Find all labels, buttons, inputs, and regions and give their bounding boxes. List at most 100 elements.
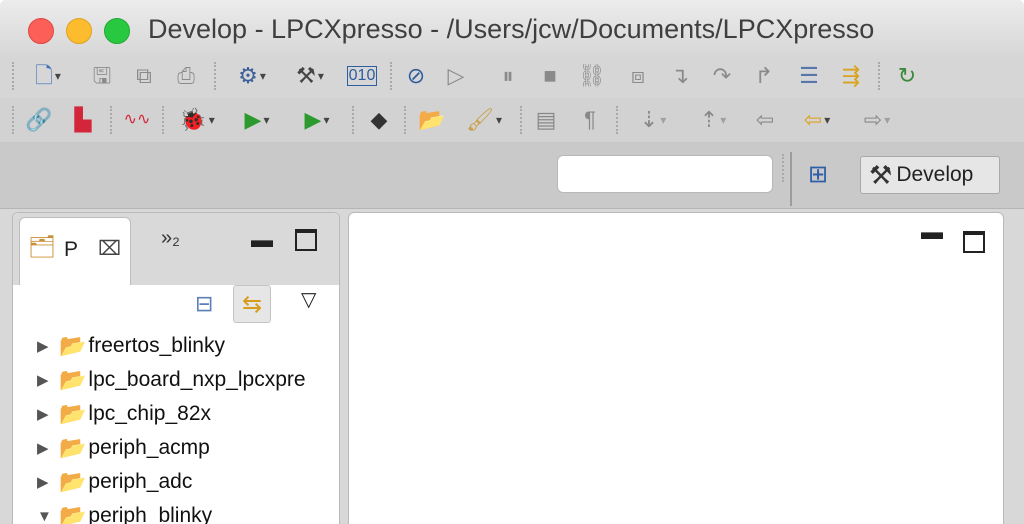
block-selection-icon: ▤ (535, 107, 557, 132)
chevron-down-icon: ▾ (317, 69, 324, 83)
collapsed-arrow-icon[interactable]: ▶ (37, 405, 59, 423)
maximize-editor-button[interactable] (963, 231, 985, 253)
tree-item[interactable]: ▶ 📂 freertos_blinky (13, 329, 339, 363)
link-button[interactable]: 🔗 (24, 104, 54, 136)
toolbar-grip[interactable] (404, 106, 409, 134)
previous-annotation-button[interactable]: ⇡ ▾ (688, 104, 738, 136)
develop-perspective-label: Develop (896, 163, 974, 186)
project-folder-icon: 📂 (59, 401, 87, 426)
tab-project-explorer[interactable]: 🗂 P ⌧ (19, 217, 131, 286)
toolbar-grip[interactable] (12, 62, 17, 90)
external-tools-icon: ▶ (304, 107, 322, 132)
collapsed-arrow-icon[interactable]: ▶ (37, 473, 59, 491)
step-into-icon: ↴ (670, 63, 690, 88)
resume-button[interactable]: ▷ (442, 60, 470, 92)
instruction-stepping-button[interactable]: ⇶ (836, 60, 866, 92)
collapsed-arrow-icon[interactable]: ▶ (37, 337, 59, 355)
print-button[interactable]: ⎙ (172, 60, 200, 92)
tree-item[interactable]: ▶ 📂 lpc_board_nxp_lpcxpre (13, 363, 339, 397)
print-icon: ⎙ (177, 63, 195, 88)
view-menu-button[interactable]: ▽ (301, 287, 316, 312)
step-over-button[interactable]: ↷ (708, 60, 736, 92)
open-project-button[interactable]: 📂 (416, 104, 448, 136)
overflow-tabs-button[interactable]: »₂ (161, 227, 180, 250)
chevron-down-icon: ▽ (301, 289, 317, 311)
debug-button[interactable]: 🐞 ▾ (172, 104, 222, 136)
minimize-view-button[interactable]: ▬ (251, 227, 273, 253)
folder-open-icon: 📂 (418, 107, 446, 132)
terminate-all-button[interactable]: ⧈ (624, 60, 652, 92)
zoom-window-button[interactable] (104, 18, 130, 44)
minimize-editor-button[interactable]: ▬ (921, 219, 943, 245)
perspective-bar: ⊞ ⚒ Develop (0, 142, 1024, 209)
minimize-window-button[interactable] (66, 18, 92, 44)
skip-breakpoint-icon: ⊘ (406, 63, 426, 88)
save-button[interactable]: 🖫 (88, 60, 116, 92)
chevron-down-icon: ▾ (323, 113, 330, 127)
chevron-down-icon: ▾ (720, 113, 727, 127)
toolbar-grip[interactable] (782, 154, 787, 182)
trace-button[interactable]: ∿∿ (122, 104, 152, 136)
toolbar-grip[interactable] (352, 106, 357, 134)
run-button[interactable]: ▶ ▾ (232, 104, 282, 136)
collapsed-arrow-icon[interactable]: ▶ (37, 439, 59, 457)
toolbar-grip[interactable] (12, 106, 17, 134)
build-settings-button[interactable]: ⚙ ▾ (228, 60, 276, 92)
step-into-button[interactable]: ↴ (666, 60, 694, 92)
toolbar-grip[interactable] (110, 106, 115, 134)
tools-icon: ⚒ (869, 159, 893, 190)
toolbar-grip[interactable] (878, 62, 883, 90)
instruction-stepping-icon: ⇶ (841, 63, 861, 88)
annotation-button[interactable]: 🖌 ▾ (458, 104, 510, 136)
forward-button[interactable]: ⇨ ▾ (852, 104, 902, 136)
toolbar-grip[interactable] (616, 106, 621, 134)
binary-utilities-button[interactable]: 010 (346, 60, 378, 92)
last-edit-button[interactable]: ⇦ (750, 104, 780, 136)
skip-breakpoints-button[interactable]: ⊘ (402, 60, 430, 92)
chevron-down-icon: ▾ (884, 113, 891, 127)
tree-item[interactable]: ▶ 📂 periph_adc (13, 465, 339, 499)
link-with-editor-button[interactable]: ⇆ (233, 285, 271, 323)
previous-annotation-icon: ⇡ (699, 107, 719, 132)
next-annotation-button[interactable]: ⇣ ▾ (628, 104, 678, 136)
maximize-view-button[interactable] (295, 229, 317, 251)
suspend-button[interactable]: ⏸ (494, 60, 522, 92)
restart-button[interactable]: ↻ (892, 60, 922, 92)
project-folder-icon: 📂 (59, 435, 87, 460)
toolbar-grip[interactable] (390, 62, 395, 90)
block-selection-button[interactable]: ▤ (532, 104, 560, 136)
chevron-down-icon: ▾ (208, 113, 215, 127)
chip-config-button[interactable]: ◆ (364, 104, 394, 136)
boot-button[interactable]: ▙ (68, 104, 98, 136)
toolbar-grip[interactable] (162, 106, 167, 134)
tree-item[interactable]: ▶ 📂 periph_acmp (13, 431, 339, 465)
external-tools-button[interactable]: ▶ ▾ (292, 104, 342, 136)
tree-item[interactable]: ▼ 📂 periph_blinky (13, 499, 339, 524)
disconnect-button[interactable]: ⛓ (578, 60, 606, 92)
arrow-right-icon: ⇨ (863, 107, 883, 132)
step-return-button[interactable]: ↱ (750, 60, 778, 92)
drop-to-frame-button[interactable]: ☰ (794, 60, 824, 92)
resume-icon: ▷ (447, 63, 465, 88)
develop-perspective-button[interactable]: ⚒ Develop (860, 156, 1000, 194)
new-file-button[interactable]: 🗋 ▾ (24, 60, 72, 92)
chip-icon: ◆ (370, 107, 388, 132)
show-whitespace-button[interactable]: ¶ (576, 104, 604, 136)
collapse-all-button[interactable]: ⊟ (195, 291, 221, 317)
expanded-arrow-icon[interactable]: ▼ (37, 508, 59, 524)
back-button[interactable]: ⇦ ▾ (792, 104, 842, 136)
terminate-button[interactable]: ■ (536, 60, 564, 92)
disconnect-icon: ⛓ (578, 63, 606, 88)
build-button[interactable]: ⚒ ▾ (286, 60, 334, 92)
save-all-button[interactable]: ⧉ (130, 60, 158, 92)
quick-access-search-input[interactable] (557, 155, 773, 193)
tree-item[interactable]: ▶ 📂 lpc_chip_82x (13, 397, 339, 431)
close-icon[interactable]: ⌧ (98, 236, 121, 261)
close-window-button[interactable] (28, 18, 54, 44)
toolbar-grip[interactable] (214, 62, 219, 90)
link-with-editor-icon: ⇆ (241, 290, 263, 318)
open-perspective-button[interactable]: ⊞ (808, 160, 828, 189)
collapsed-arrow-icon[interactable]: ▶ (37, 371, 59, 389)
link-icon: 🔗 (25, 107, 53, 132)
toolbar-grip[interactable] (520, 106, 525, 134)
